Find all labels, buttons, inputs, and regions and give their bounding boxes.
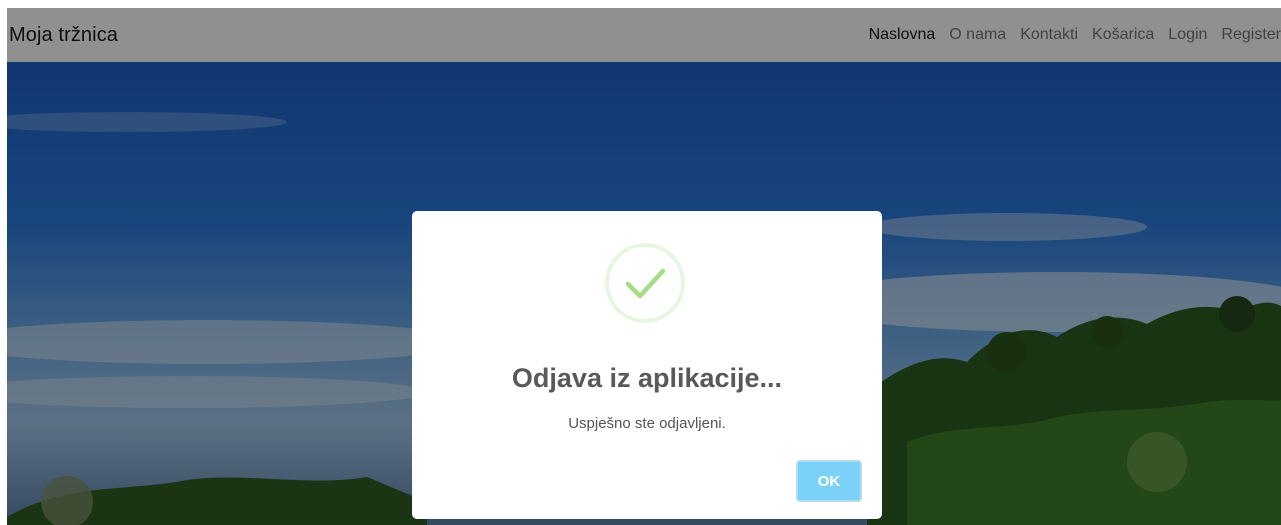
dialog-title: Odjava iz aplikacije... [511, 363, 783, 393]
page: Moja tržnica Naslovna O nama Kontakti Ko… [7, 8, 1281, 525]
dialog-message: Uspješno ste odjavljeni. [568, 415, 726, 432]
success-check-icon [605, 243, 685, 323]
logout-success-dialog: Odjava iz aplikacije... Uspješno ste odj… [412, 211, 882, 519]
ok-button[interactable]: OK [796, 460, 862, 502]
